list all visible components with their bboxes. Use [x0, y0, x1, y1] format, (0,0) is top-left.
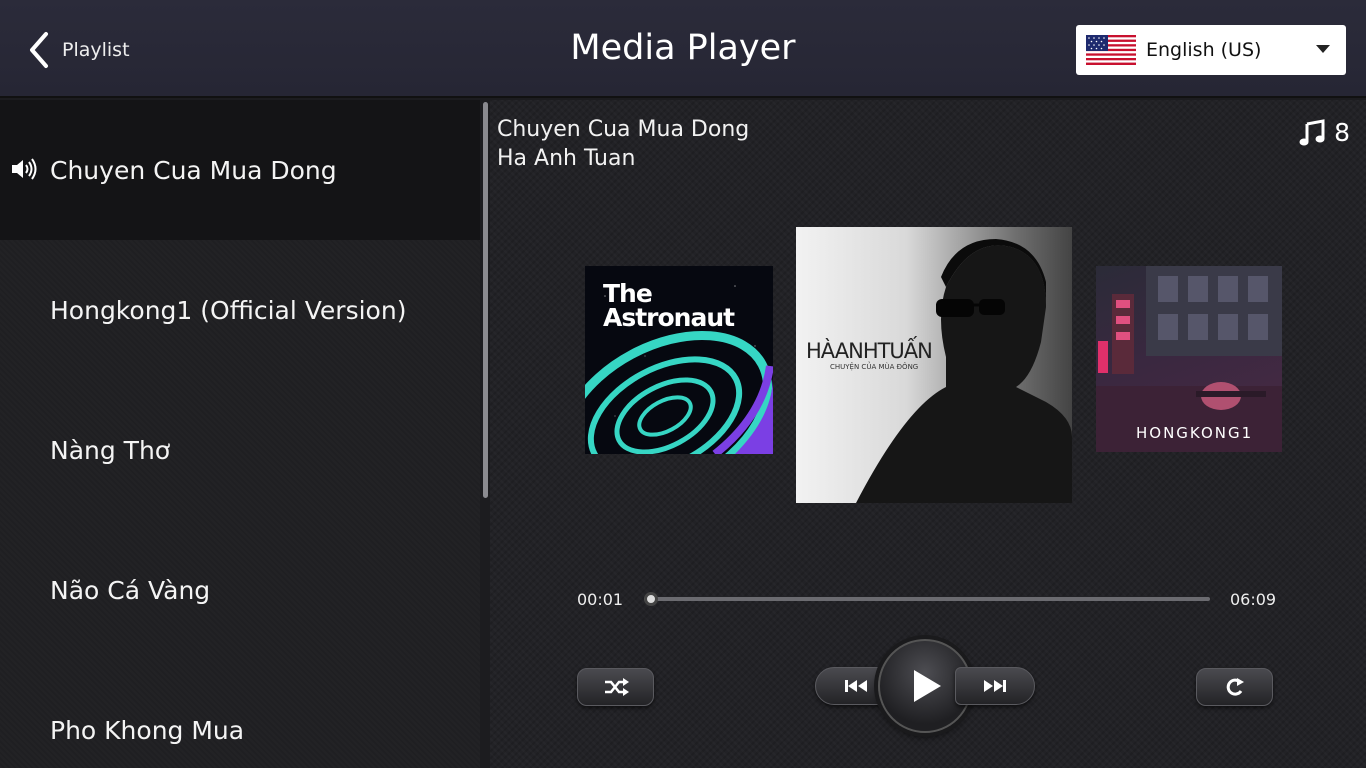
playlist-scrollbar[interactable]: [483, 102, 488, 498]
track-count-value: 8: [1334, 118, 1350, 147]
playlist-item-label: Chuyen Cua Mua Dong: [50, 155, 337, 185]
playlist-sidebar: Chuyen Cua Mua Dong Hongkong1 (Official …: [0, 100, 480, 768]
us-flag-icon: [1086, 35, 1136, 65]
playlist-item-label: Não Cá Vàng: [50, 575, 211, 605]
playlist-item[interactable]: Hongkong1 (Official Version): [0, 240, 480, 380]
playlist-item[interactable]: Chuyen Cua Mua Dong: [0, 100, 480, 240]
chevron-down-icon: [1316, 45, 1330, 53]
album-cover-title: The Astronaut: [603, 279, 735, 332]
repeat-icon: [1226, 678, 1244, 696]
track-count: 8: [1298, 118, 1350, 147]
playlist-item[interactable]: Nàng Thơ: [0, 380, 480, 520]
album-cover-title: HONGKONG1: [1136, 424, 1254, 442]
header-bar: Playlist Media Player English (US): [0, 0, 1366, 98]
playlist-item-label: Nàng Thơ: [50, 435, 171, 465]
shuffle-button[interactable]: [577, 668, 654, 706]
speaker-icon: [12, 158, 37, 180]
shuffle-icon: [604, 678, 629, 696]
language-select[interactable]: English (US): [1076, 25, 1346, 75]
playlist-item-label: Hongkong1 (Official Version): [50, 295, 407, 325]
song-title: Chuyen Cua Mua Dong: [497, 117, 750, 142]
current-time: 00:01: [577, 590, 624, 609]
total-time: 06:09: [1230, 590, 1277, 609]
album-cover-subtitle: CHUYỆN CỦA MÙA ĐÔNG: [830, 363, 919, 371]
album-cover-title: HÀANHTUẤN: [806, 339, 933, 363]
playlist-item[interactable]: Pho Khong Mua: [0, 660, 480, 768]
song-artist: Ha Anh Tuan: [497, 146, 636, 171]
playlist-item-label: Pho Khong Mua: [50, 715, 245, 745]
album-cover-next[interactable]: HONGKONG1: [1096, 266, 1282, 452]
playlist-item[interactable]: Não Cá Vàng: [0, 520, 480, 660]
next-button[interactable]: [955, 667, 1035, 705]
album-cover-current[interactable]: HÀANHTUẤN CHUYỆN CỦA MÙA ĐÔNG: [796, 227, 1072, 503]
repeat-button[interactable]: [1196, 668, 1273, 706]
play-icon: [914, 670, 941, 702]
album-cover-previous[interactable]: The Astronaut: [585, 266, 773, 454]
skip-next-icon: [984, 680, 1006, 692]
skip-previous-icon: [845, 680, 867, 692]
seek-bar[interactable]: [643, 592, 1210, 606]
music-note-icon: [1299, 118, 1325, 145]
language-label: English (US): [1146, 39, 1262, 61]
seek-handle[interactable]: [643, 592, 658, 606]
